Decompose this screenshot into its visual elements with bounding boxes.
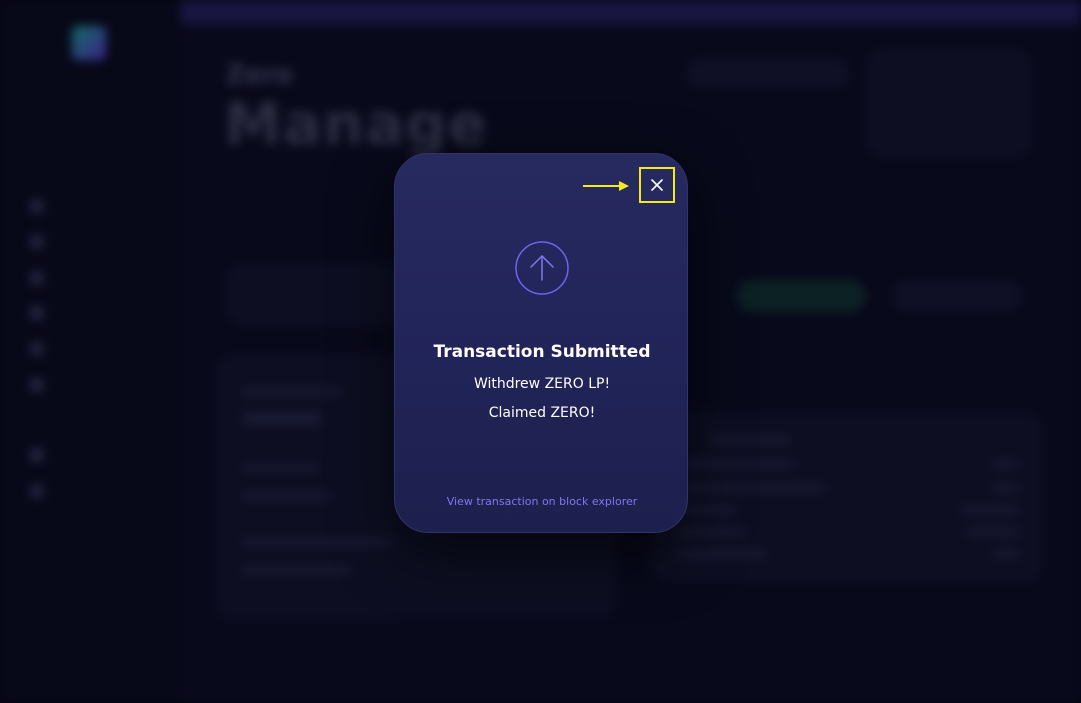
- close-button[interactable]: [639, 167, 675, 203]
- arrow-up-circle-icon: [515, 241, 569, 295]
- block-explorer-link[interactable]: View transaction on block explorer: [395, 495, 689, 508]
- transaction-modal: Transaction Submitted Withdrew ZERO LP! …: [394, 153, 688, 533]
- pointer-arrow-icon: [583, 181, 629, 191]
- modal-title: Transaction Submitted: [433, 342, 651, 362]
- claim-message: Claimed ZERO!: [488, 405, 596, 421]
- close-icon: [651, 179, 663, 191]
- withdraw-message: Withdrew ZERO LP!: [473, 376, 611, 392]
